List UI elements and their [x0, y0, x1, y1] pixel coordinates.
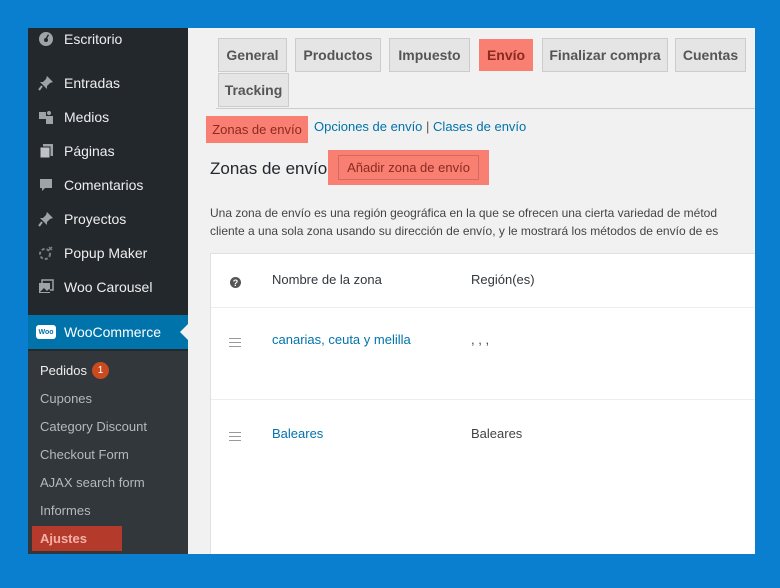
header-divider [211, 307, 755, 308]
submenu-item-label: Category Discount [40, 418, 147, 434]
menu-item-popup-maker[interactable]: Popup Maker [28, 236, 188, 270]
row-divider [211, 399, 755, 400]
menu-item-woocommerce[interactable]: Woo WooCommerce [28, 315, 188, 349]
menu-item-label: Proyectos [64, 211, 127, 227]
description-line: cliente a una sola zona usando su direcc… [210, 224, 719, 238]
popup-icon [36, 245, 56, 261]
submenu-item-ajax-search-form[interactable]: AJAX search form [40, 472, 145, 492]
menu-item-proyectos[interactable]: Proyectos [28, 202, 188, 236]
admin-sidebar: Escritorio Entradas Medios Páginas Comen… [28, 28, 188, 554]
column-header-zone-name[interactable]: Nombre de la zona [272, 272, 382, 287]
menu-item-comentarios[interactable]: Comentarios [28, 168, 188, 202]
tab-envio[interactable]: Envío [478, 38, 534, 72]
menu-item-label: Medios [64, 109, 110, 125]
section-separator: | [426, 119, 430, 134]
tab-impuesto[interactable]: Impuesto [389, 38, 470, 72]
submenu-item-label: Checkout Form [40, 446, 129, 462]
submenu-item-informes[interactable]: Informes [40, 500, 91, 520]
submenu-item-category-discount[interactable]: Category Discount [40, 416, 147, 436]
submenu-item-pedidos[interactable]: Pedidos 1 [40, 360, 109, 380]
zone-name-link[interactable]: canarias, ceuta y melilla [272, 332, 411, 347]
tab-label: Envío [486, 47, 526, 63]
submenu-item-label: AJAX search form [40, 474, 145, 490]
submenu-item-label: Pedidos [40, 362, 87, 378]
media-icon [36, 109, 56, 125]
pin-icon [36, 75, 56, 91]
menu-item-label: Páginas [64, 143, 115, 159]
tab-label: Cuentas [682, 47, 739, 63]
tab-label: General [226, 47, 279, 63]
section-zonas-de-envio[interactable]: Zonas de envío [206, 116, 308, 143]
menu-item-paginas[interactable]: Páginas [28, 134, 188, 168]
tab-tracking[interactable]: Tracking [218, 73, 289, 107]
woocommerce-submenu: Pedidos 1 Cupones Category Discount Chec… [28, 351, 188, 554]
submenu-item-cupones[interactable]: Cupones [40, 388, 92, 408]
menu-item-label: Entradas [64, 75, 121, 91]
drag-handle-icon[interactable] [229, 338, 241, 347]
menu-item-entradas[interactable]: Entradas [28, 66, 188, 100]
menu-item-label: Escritorio [64, 31, 123, 47]
column-header-regions: Región(es) [471, 272, 535, 287]
zones-description: Una zona de envío es una región geográfi… [210, 204, 755, 240]
pin-icon [36, 211, 56, 227]
description-line: Una zona de envío es una región geográfi… [210, 206, 718, 220]
zone-name-link[interactable]: Baleares [272, 426, 323, 441]
dashboard-icon [36, 31, 56, 47]
menu-item-label: Popup Maker [64, 245, 148, 261]
menu-item-medios[interactable]: Medios [28, 100, 188, 134]
section-clases-de-envio[interactable]: Clases de envío [433, 119, 526, 134]
menu-item-label: Comentarios [64, 177, 144, 193]
tab-productos[interactable]: Productos [295, 38, 381, 72]
help-icon[interactable]: ? [230, 277, 241, 288]
current-menu-arrow [180, 324, 188, 340]
drag-handle-icon[interactable] [229, 432, 241, 441]
menu-item-label: Woo Carousel [64, 279, 153, 295]
tab-label: Productos [303, 47, 373, 63]
submenu-item-label: Cupones [40, 390, 93, 406]
page-title: Zonas de envío [210, 159, 328, 178]
tab-general[interactable]: General [218, 38, 287, 72]
menu-item-label: WooCommerce [64, 324, 161, 340]
submenu-item-checkout-form[interactable]: Checkout Form [40, 444, 129, 464]
woo-icon: Woo [36, 325, 56, 339]
submenu-item-label: Ajustes [40, 531, 87, 546]
add-zone-button[interactable]: Añadir zona de envío [328, 150, 489, 185]
zones-table: ? Nombre de la zona Región(es) canarias,… [210, 253, 755, 554]
menu-item-escritorio[interactable]: Escritorio [28, 28, 188, 56]
tab-cuentas[interactable]: Cuentas [675, 38, 746, 72]
tab-label: Finalizar compra [549, 47, 661, 63]
zone-regions: , , , [471, 332, 490, 347]
add-zone-button-label: Añadir zona de envío [338, 155, 479, 180]
comment-icon [36, 177, 56, 193]
tab-label: Tracking [224, 82, 283, 98]
orders-count-badge: 1 [91, 361, 109, 379]
submenu-item-ajustes[interactable]: Ajustes [32, 526, 122, 551]
screenshot-frame: Escritorio Entradas Medios Páginas Comen… [28, 28, 755, 554]
tabs-divider [216, 108, 755, 109]
submenu-item-label: Informes [40, 502, 91, 518]
tab-finalizar-compra[interactable]: Finalizar compra [542, 38, 668, 72]
menu-item-woo-carousel[interactable]: Woo Carousel [28, 270, 188, 304]
section-opciones-de-envio[interactable]: Opciones de envío [314, 119, 422, 134]
section-label: Zonas de envío [212, 122, 302, 137]
gallery-icon [36, 279, 56, 295]
tab-label: Impuesto [398, 47, 461, 63]
woo-icon-label: Woo [36, 325, 56, 339]
section-links: Opciones de envío | Clases de envío [314, 119, 526, 134]
zone-regions: Baleares [471, 426, 523, 441]
pages-icon [36, 143, 56, 159]
